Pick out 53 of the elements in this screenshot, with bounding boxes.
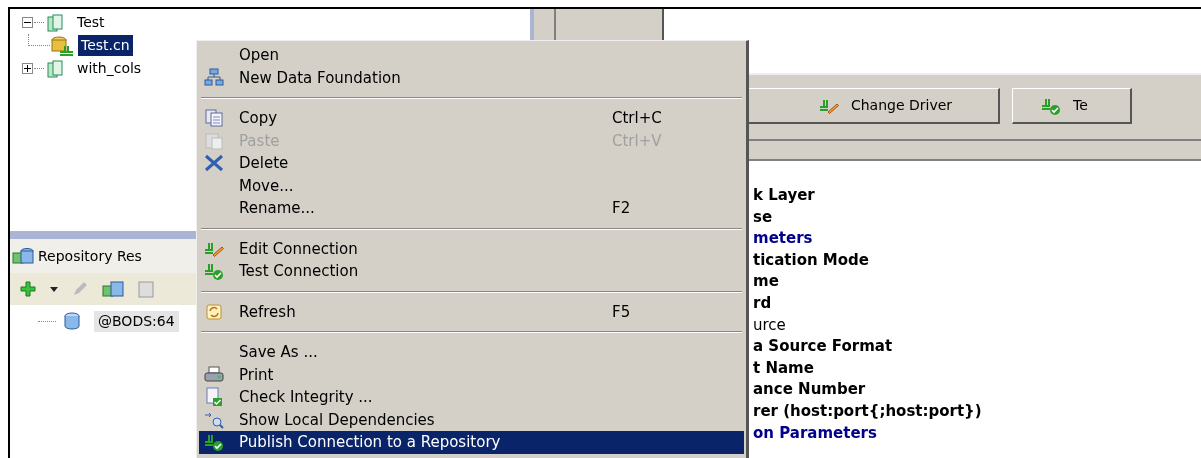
folder-book-icon: [47, 13, 63, 32]
property-label: on Parameters: [753, 422, 878, 444]
plus-icon[interactable]: [22, 63, 33, 74]
menu-item[interactable]: Test Connection: [199, 260, 744, 283]
menu-item[interactable]: Move...: [199, 174, 744, 197]
property-label: a Source Format: [753, 336, 894, 358]
plug-check-icon: [204, 432, 224, 453]
folder-book-icon: [47, 59, 63, 78]
property-label: meters: [753, 228, 814, 250]
printer-icon: [204, 364, 224, 385]
property-label: me: [753, 271, 780, 293]
menu-item[interactable]: Check Integrity ...: [199, 386, 744, 409]
menu-item[interactable]: Publish Connection to a Repository: [199, 431, 744, 454]
database-plug-icon: [50, 35, 74, 56]
shortcut-label: Ctrl+C: [612, 108, 663, 129]
tree-item[interactable]: Test: [75, 12, 107, 33]
minus-icon[interactable]: [22, 17, 33, 28]
tree-item[interactable]: Test.cn: [78, 35, 133, 56]
tree-item[interactable]: with_cols: [75, 58, 144, 79]
property-label: t Name: [753, 357, 815, 379]
shortcut-label: F2: [612, 198, 632, 219]
menu-item[interactable]: Copy Ctrl+C: [199, 107, 744, 130]
copy-icon: [204, 108, 224, 129]
menu-item[interactable]: Print: [199, 363, 744, 386]
property-label: ance Number: [753, 379, 867, 401]
menu-item[interactable]: Delete: [199, 152, 744, 175]
property-label: urce: [753, 314, 787, 336]
property-label: se: [753, 206, 774, 228]
clipboard-icon: [204, 130, 224, 151]
menu-item[interactable]: Save As ...: [199, 341, 744, 364]
menu-item[interactable]: Refresh F5: [199, 300, 744, 323]
flowchart-icon: [204, 67, 224, 88]
property-label: rer (host:port{;host:port}): [753, 400, 983, 422]
database-icon[interactable]: [102, 280, 124, 298]
menu-item[interactable]: Open: [199, 44, 744, 67]
document-check-icon: [204, 387, 224, 408]
property-label: k Layer: [753, 185, 816, 206]
caret-icon[interactable]: [50, 286, 58, 292]
tree-item[interactable]: @BODS:64: [94, 310, 179, 332]
x-icon: [204, 153, 224, 174]
shortcut-label: F5: [612, 301, 632, 323]
plug-check-icon: [204, 261, 224, 282]
menu-item[interactable]: New Data Foundation: [199, 66, 744, 89]
menu-item[interactable]: Edit Connection: [199, 237, 744, 260]
database-icon: [64, 312, 80, 330]
database-icon: [12, 247, 34, 265]
panel-title: Repository Res: [38, 246, 142, 266]
menu-item[interactable]: Rename... F2: [199, 197, 744, 220]
toolbar-button[interactable]: Te: [1012, 88, 1132, 124]
menu-item[interactable]: Show Local Dependencies: [199, 408, 744, 431]
property-label: rd: [753, 292, 773, 314]
refresh-icon: [204, 301, 224, 322]
property-label: tication Mode: [753, 249, 870, 271]
